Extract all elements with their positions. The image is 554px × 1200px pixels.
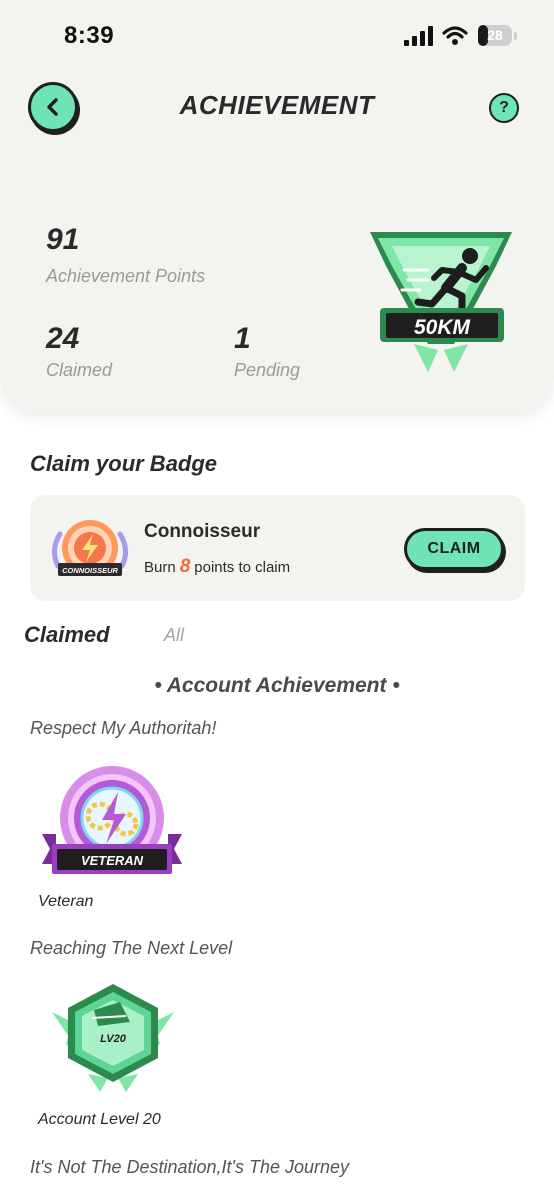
featured-badge-text: 50KM (414, 316, 471, 339)
running-50km-badge[interactable]: 50KM (358, 226, 524, 376)
claim-description: Burn 8 points to claim (144, 556, 290, 578)
page-title: ACHIEVEMENT (179, 90, 375, 120)
battery-icon: 28 (478, 25, 512, 46)
claimed-label: Claimed (46, 360, 113, 380)
claim-button[interactable]: CLAIM (404, 528, 504, 570)
lv20-label: LV20 (100, 1033, 127, 1045)
battery-percent: 28 (487, 27, 503, 43)
status-time: 8:39 (64, 22, 115, 49)
badge-name: Veteran (38, 893, 94, 910)
claim-badge-name: Connoisseur (144, 521, 261, 542)
help-button[interactable]: ? (489, 93, 519, 123)
wifi-icon (442, 26, 468, 45)
claim-points: 8 (179, 556, 191, 577)
pending-label: Pending (234, 360, 301, 380)
account-level-20-badge[interactable]: LV20 (48, 982, 178, 1094)
veteran-badge[interactable]: VETERAN (38, 764, 186, 882)
category-title: Respect My Authoritah! (30, 718, 217, 738)
badge-name: Account Level 20 (38, 1111, 161, 1128)
connoisseur-badge-ribbon: CONNOISSEUR (62, 566, 118, 575)
veteran-badge-ribbon: VETERAN (81, 853, 144, 868)
category-title: It's Not The Destination,It's The Journe… (30, 1157, 350, 1177)
battery-tip (514, 32, 517, 40)
tab-claimed[interactable]: Claimed (24, 622, 110, 648)
points-value: 91 (46, 223, 80, 256)
tab-all[interactable]: All (164, 625, 184, 646)
group-title: • Account Achievement • (154, 674, 400, 697)
claim-section-title: Claim your Badge (30, 451, 218, 476)
points-label: Achievement Points (46, 266, 206, 286)
connoisseur-badge: CONNOISSEUR (52, 520, 128, 576)
claim-desc-prefix: Burn (144, 559, 176, 576)
claimed-value: 24 (46, 322, 80, 355)
cellular-signal-icon (404, 26, 433, 46)
claim-desc-suffix: points to claim (194, 559, 291, 576)
category-title: Reaching The Next Level (30, 938, 233, 958)
status-icons: 28 (404, 24, 517, 50)
pending-value: 1 (234, 322, 251, 355)
